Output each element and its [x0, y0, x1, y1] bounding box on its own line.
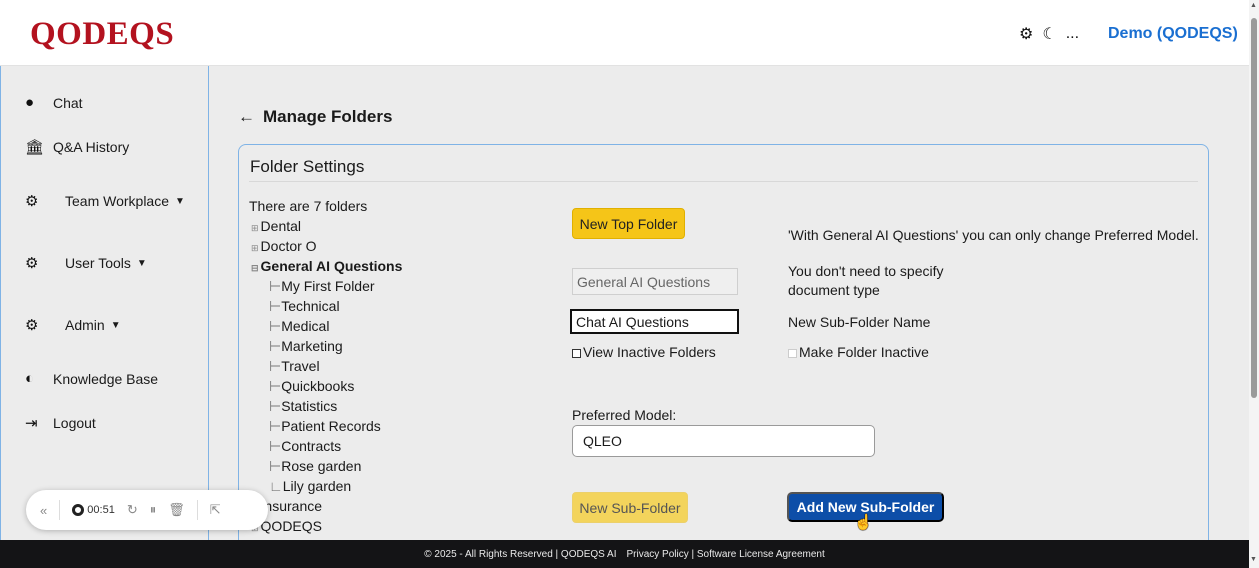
- pause-icon[interactable]: ⏸: [150, 502, 157, 518]
- tree-item-doctor-o[interactable]: ⊞ Doctor O: [251, 236, 317, 258]
- collapse-icon[interactable]: «: [40, 503, 47, 518]
- expand-icon[interactable]: ⊞: [251, 223, 259, 233]
- header-icons: ⚙ ☾ ...: [1019, 24, 1079, 44]
- caret-down-icon: ▼: [110, 319, 121, 331]
- sidebar-item-team-workplace[interactable]: ⚙ Team Workplace ▼: [25, 192, 185, 210]
- recording-time: 00:51: [87, 503, 115, 516]
- gear-icon[interactable]: ⚙: [1019, 24, 1033, 44]
- ellipsis-icon[interactable]: ...: [1066, 25, 1079, 43]
- tree-item-statistics[interactable]: ⊢Statistics: [269, 396, 337, 416]
- record-icon: [72, 504, 85, 517]
- tree-item-quickbooks[interactable]: ⊢Quickbooks: [269, 376, 354, 396]
- sidebar-item-knowledge-base[interactable]: ◐ Knowledge Base: [25, 370, 158, 387]
- tree-item-lily-garden[interactable]: ∟Lily garden: [269, 476, 351, 496]
- caret-down-icon: ▼: [175, 195, 185, 207]
- footer-copyright: © 2025 - All Rights Reserved | QODEQS AI: [424, 548, 617, 560]
- tree-item-medical[interactable]: ⊢Medical: [269, 316, 329, 336]
- sidebar-item-user-tools[interactable]: ⚙ User Tools ▼: [25, 254, 147, 272]
- recording-indicator: 00:51: [72, 503, 115, 517]
- sidebar-item-label: User Tools: [65, 255, 131, 271]
- new-top-folder-button[interactable]: New Top Folder: [572, 208, 685, 239]
- top-bar: QODEQS ⚙ ☾ ... Demo (QODEQS): [0, 0, 1249, 66]
- tree-item-rose-garden[interactable]: ⊢Rose garden: [269, 456, 361, 476]
- tree-item-dental[interactable]: ⊞ Dental: [251, 216, 301, 238]
- bank-icon: 🏛: [25, 139, 45, 156]
- main-content: ← Manage Folders Folder Settings: [210, 66, 1249, 554]
- tree-item-general-ai-questions[interactable]: ⊟ General AI Questions: [251, 256, 402, 278]
- sidebar-item-chat[interactable]: ● Chat: [25, 94, 83, 111]
- footer-links[interactable]: Privacy Policy | Software License Agreem…: [627, 549, 825, 560]
- tree-item-travel[interactable]: ⊢Travel: [269, 356, 320, 376]
- tree-item-patient-records[interactable]: ⊢Patient Records: [269, 416, 381, 436]
- info-text: 'With General AI Questions' you can only…: [788, 227, 1199, 243]
- preferred-model-label: Preferred Model:: [572, 407, 677, 423]
- preferred-model-input[interactable]: QLEO: [572, 425, 875, 457]
- view-inactive-checkbox[interactable]: [572, 348, 581, 358]
- tree-item-marketing[interactable]: ⊢Marketing: [269, 336, 343, 356]
- sidebar-item-label: Team Workplace: [65, 193, 170, 209]
- sidebar-item-label: Knowledge Base: [53, 370, 159, 387]
- page-header: ← Manage Folders: [238, 107, 392, 127]
- chat-bubble-icon: ●: [25, 94, 35, 111]
- make-inactive-option[interactable]: Make Folder Inactive: [788, 344, 929, 360]
- trash-icon[interactable]: 🗑: [168, 502, 185, 518]
- screen-recorder-widget: « 00:51 ↻ ⏸ 🗑 ⇱: [26, 490, 268, 530]
- selected-folder-field: General AI Questions: [572, 268, 738, 295]
- gears-icon: ⚙: [25, 193, 39, 210]
- scroll-down-icon[interactable]: ▼: [1250, 556, 1257, 563]
- new-subfolder-button[interactable]: New Sub-Folder: [572, 492, 688, 523]
- card-title: Folder Settings: [250, 157, 365, 176]
- gears-icon: ⚙: [25, 255, 39, 272]
- scroll-up-icon[interactable]: ▲: [1250, 2, 1257, 9]
- sidebar-item-qa-history[interactable]: 🏛 Q&A History: [25, 138, 129, 156]
- sidebar-item-label: Admin: [65, 317, 105, 333]
- sidebar-item-label: Chat: [53, 94, 83, 111]
- subfolder-name-input[interactable]: Chat AI Questions: [570, 309, 739, 334]
- card-divider: [249, 181, 1198, 182]
- view-inactive-option[interactable]: View Inactive Folders: [572, 344, 716, 360]
- sidebar-item-label: Q&A History: [53, 139, 130, 155]
- back-arrow-icon[interactable]: ←: [238, 107, 255, 127]
- scrollbar-thumb[interactable]: [1251, 18, 1257, 398]
- subfolder-name-label: New Sub-Folder Name: [788, 314, 931, 330]
- tree-item-contracts[interactable]: ⊢Contracts: [269, 436, 341, 456]
- sidebar: ● Chat 🏛 Q&A History ⚙ Team Workplace ▼ …: [0, 66, 209, 540]
- pointer-icon[interactable]: ⇱: [210, 502, 221, 518]
- tree-item-my-first-folder[interactable]: ⊢My First Folder: [269, 276, 375, 296]
- page-scrollbar[interactable]: ▲ ▼: [1249, 0, 1259, 568]
- logout-icon: ⇥: [25, 415, 38, 432]
- divider: [59, 500, 61, 520]
- sidebar-item-label: Logout: [53, 415, 96, 431]
- gears-icon: ⚙: [25, 317, 39, 334]
- folder-settings-card: Folder Settings: [238, 144, 1209, 554]
- caret-down-icon: ▼: [136, 257, 147, 269]
- divider: [196, 500, 198, 520]
- restart-icon[interactable]: ↻: [127, 502, 138, 518]
- moon-icon[interactable]: ☾: [1042, 24, 1056, 44]
- collapse-icon[interactable]: ⊟: [251, 263, 259, 273]
- sidebar-item-admin[interactable]: ⚙ Admin ▼: [25, 316, 121, 334]
- tree-item-technical[interactable]: ⊢Technical: [269, 296, 340, 316]
- doc-type-note: You don't need to specify document type: [788, 263, 944, 298]
- expand-icon[interactable]: ⊞: [251, 243, 259, 253]
- folder-count: There are 7 folders: [249, 198, 368, 214]
- user-menu[interactable]: Demo (QODEQS): [1108, 25, 1238, 43]
- sidebar-item-logout[interactable]: ⇥ Logout: [25, 414, 96, 432]
- brain-icon: ◐: [25, 370, 35, 387]
- qodeqs-logo[interactable]: QODEQS: [30, 16, 174, 53]
- hand-cursor-icon: ☝: [854, 514, 873, 531]
- make-inactive-checkbox[interactable]: [788, 348, 797, 358]
- footer: © 2025 - All Rights Reserved | QODEQS AI…: [0, 540, 1249, 568]
- page-title: Manage Folders: [263, 107, 393, 126]
